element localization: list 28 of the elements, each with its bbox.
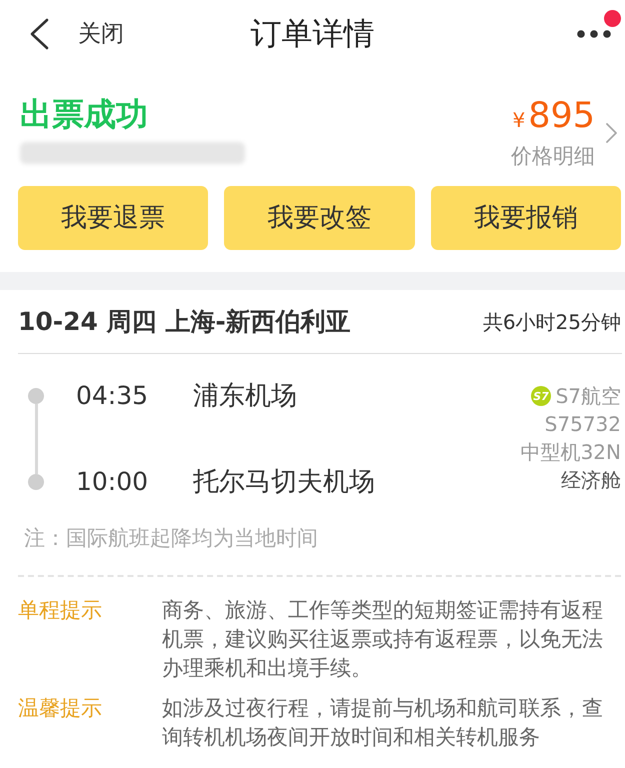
airport-name: 托尔马切夫机场 [193, 466, 375, 499]
tip-label: 单程提示 [18, 597, 103, 624]
more-icon [577, 30, 611, 38]
flight-number: S75732 [544, 411, 621, 438]
order-status: 出票成功 [20, 94, 149, 134]
cabin-class: 经济舱 [561, 467, 621, 494]
tip-text: 商务、旅游、工作等类型的短期签证需持有返程机票，建议购买往返票或持有返程票，以免无法办理乘机和出境手续。 [162, 597, 604, 682]
aircraft-type: 中型机32N [520, 439, 621, 466]
order-price: ¥895 [512, 96, 595, 138]
action-button[interactable]: 我要报销 [430, 186, 621, 250]
flight-time: 04:35 [76, 380, 150, 412]
action-button[interactable]: 我要退票 [18, 186, 208, 250]
action-button[interactable]: 我要改签 [224, 186, 415, 250]
airport-name: 浦东机场 [193, 380, 297, 413]
airline-name: S7航空 [556, 383, 621, 410]
page-title: 订单详情 [250, 15, 376, 54]
back-button[interactable] [28, 18, 50, 50]
flight-time: 10:00 [76, 466, 150, 498]
tip-text: 如涉及过夜行程，请提前与机场和航司联系，查询转机机场夜间开放时间和相关转机服务 [162, 695, 604, 751]
chevron-left-icon [28, 18, 50, 50]
airline-logo: S7 [530, 386, 551, 406]
close-button[interactable]: 关闭 [78, 18, 124, 50]
flight-duration: 共6小时25分钟 [482, 308, 621, 336]
timeline-line [34, 404, 38, 474]
tip-label: 温馨提示 [18, 695, 103, 722]
more-menu-button[interactable] [577, 10, 621, 39]
route-heading: 10-24 周四 上海-新西伯利亚 [18, 306, 351, 338]
time-zone-note: 注：国际航班起降均为当地时间 [23, 525, 319, 552]
